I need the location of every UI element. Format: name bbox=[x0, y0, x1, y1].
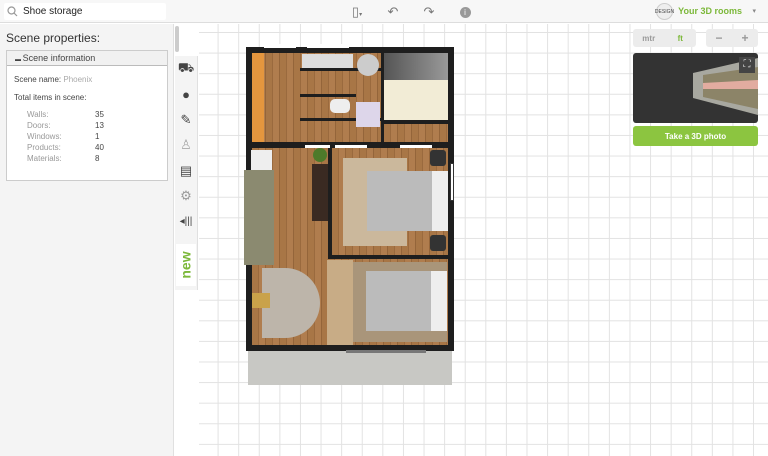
paint-tool[interactable]: ✎ bbox=[175, 107, 197, 133]
collapse-left-icon: ◂||| bbox=[179, 216, 193, 228]
door[interactable] bbox=[335, 145, 367, 148]
zoom-controls: − + bbox=[706, 29, 758, 47]
search-box[interactable] bbox=[4, 3, 166, 20]
wall bbox=[300, 94, 356, 97]
nightstand bbox=[430, 150, 446, 166]
search-icon bbox=[7, 6, 18, 17]
total-items-label: Total items in scene: bbox=[14, 93, 87, 102]
count-value: 13 bbox=[95, 121, 104, 130]
door[interactable] bbox=[400, 145, 432, 148]
mat bbox=[356, 102, 380, 127]
count-label: Windows: bbox=[27, 132, 62, 141]
count-row: Doors: 13 bbox=[27, 121, 104, 130]
scene-name-value: Phoenix bbox=[63, 75, 93, 84]
info-button[interactable]: i bbox=[456, 4, 474, 20]
window[interactable] bbox=[450, 163, 454, 201]
count-row: Products: 40 bbox=[27, 143, 104, 152]
info-icon: i bbox=[459, 6, 471, 18]
take-3d-photo-button[interactable]: Take a 3D photo bbox=[633, 126, 758, 146]
lamp-icon: ♙ bbox=[180, 137, 192, 153]
counter bbox=[244, 170, 274, 265]
brush-icon: ✎ bbox=[180, 111, 192, 127]
lighting-tool[interactable]: ♙ bbox=[175, 133, 197, 159]
redo-icon: ↷ bbox=[423, 4, 435, 19]
section-title: Scene information bbox=[22, 53, 96, 63]
left-panel: Scene properties: ▬ Scene information Sc… bbox=[0, 24, 174, 456]
count-row: Walls: 35 bbox=[27, 110, 104, 119]
count-row: Materials: 8 bbox=[27, 154, 99, 163]
undo-button[interactable]: ↶ bbox=[384, 4, 402, 20]
unit-metric-button[interactable]: mtr bbox=[633, 29, 665, 47]
new-label: new bbox=[178, 251, 195, 279]
build-tool[interactable]: ⛟ bbox=[175, 56, 197, 82]
scrollbar[interactable] bbox=[175, 26, 179, 52]
count-label: Materials: bbox=[27, 154, 62, 163]
plant bbox=[313, 148, 327, 162]
unit-feet-button[interactable]: ft bbox=[665, 29, 697, 47]
bed bbox=[367, 171, 448, 231]
entrance-door[interactable] bbox=[307, 44, 349, 48]
collapse-panel-tool[interactable]: ◂||| bbox=[175, 209, 197, 235]
panel-title: Scene properties: bbox=[6, 31, 101, 45]
toilet bbox=[330, 99, 350, 113]
count-value: 35 bbox=[95, 110, 104, 119]
scene-information-panel: ▬ Scene information Scene name: Phoenix … bbox=[6, 50, 168, 181]
closet-floor bbox=[384, 124, 448, 142]
patio bbox=[248, 351, 452, 385]
count-label: Doors: bbox=[27, 121, 51, 130]
zoom-in-button[interactable]: + bbox=[732, 29, 758, 47]
armchair-icon: ● bbox=[182, 86, 190, 102]
nightstand bbox=[430, 235, 446, 251]
brand-logo[interactable]: DESIGN bbox=[655, 3, 674, 20]
chevron-down-icon[interactable]: ▾ bbox=[752, 7, 756, 15]
list-tool[interactable]: ▤ bbox=[175, 158, 197, 184]
shoe-icon: ⛟ bbox=[177, 59, 195, 75]
fullscreen-icon[interactable]: ⛶ bbox=[739, 57, 755, 73]
wardrobe bbox=[252, 53, 264, 142]
zoom-out-button[interactable]: − bbox=[706, 29, 732, 47]
undo-icon: ↶ bbox=[387, 4, 399, 19]
search-input[interactable] bbox=[23, 6, 143, 17]
top-toolbar: ▯▾ ↶ ↷ i DESIGN Your 3D rooms ▾ bbox=[0, 0, 768, 23]
bathtub bbox=[384, 53, 448, 80]
count-value: 8 bbox=[95, 154, 100, 163]
gear-icon: ⚙ bbox=[180, 188, 192, 204]
sink bbox=[357, 54, 379, 76]
scene-name-row: Scene name: Phoenix bbox=[14, 75, 92, 84]
door[interactable] bbox=[305, 145, 330, 148]
clipboard-icon: ▤ bbox=[179, 162, 193, 178]
3d-preview[interactable]: ⛶ bbox=[633, 53, 758, 123]
balcony-door[interactable] bbox=[346, 350, 426, 353]
redo-button[interactable]: ↷ bbox=[420, 4, 438, 20]
collapse-icon: ▬ bbox=[15, 57, 23, 63]
count-value: 40 bbox=[95, 143, 104, 152]
scene-information-header[interactable]: ▬ Scene information bbox=[7, 51, 167, 66]
your-3d-rooms-menu[interactable]: Your 3D rooms bbox=[678, 6, 742, 16]
tv-stand bbox=[312, 164, 328, 221]
new-file-button[interactable]: ▯▾ bbox=[348, 4, 366, 20]
fridge bbox=[251, 150, 272, 170]
bathroom-floor bbox=[384, 80, 448, 120]
settings-tool[interactable]: ⚙ bbox=[175, 184, 197, 210]
scene-name-label: Scene name: bbox=[14, 75, 62, 84]
dresser bbox=[327, 260, 353, 345]
bed bbox=[366, 271, 447, 331]
shelf bbox=[302, 54, 353, 68]
file-icon: ▯▾ bbox=[351, 4, 363, 19]
new-items-button[interactable]: new bbox=[176, 244, 196, 286]
furniture-tool[interactable]: ● bbox=[175, 82, 197, 108]
entrance-door[interactable] bbox=[264, 44, 296, 48]
count-row: Windows: 1 bbox=[27, 132, 99, 141]
count-value: 1 bbox=[95, 132, 100, 141]
count-label: Walls: bbox=[27, 110, 49, 119]
count-label: Products: bbox=[27, 143, 61, 152]
unit-toggle: mtr ft bbox=[633, 29, 696, 47]
ottoman bbox=[252, 293, 270, 308]
